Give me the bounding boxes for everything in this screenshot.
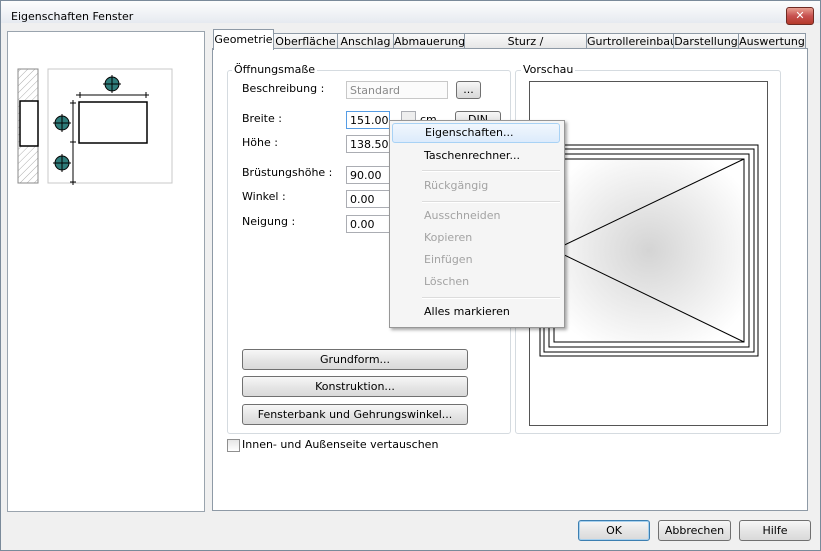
- ok-button[interactable]: OK: [578, 520, 650, 541]
- description-browse-button[interactable]: ...: [456, 81, 481, 99]
- konstruktion-button[interactable]: Konstruktion...: [242, 376, 468, 397]
- menu-item-properties[interactable]: Eigenschaften...: [392, 123, 560, 143]
- angle-field[interactable]: 0.00: [346, 190, 390, 208]
- window-preview-drawing: [539, 144, 759, 357]
- cancel-button[interactable]: Abbrechen: [658, 520, 731, 541]
- schematic-panel: [7, 31, 205, 512]
- menu-separator: [422, 170, 560, 172]
- preview-title: Vorschau: [521, 63, 576, 76]
- help-button[interactable]: Hilfe: [739, 520, 811, 541]
- menu-item-delete[interactable]: Löschen: [392, 272, 560, 292]
- glass-pane: [553, 158, 745, 343]
- width-field[interactable]: 151.00: [346, 111, 390, 129]
- height-label: Höhe :: [242, 136, 278, 149]
- close-button[interactable]: ✕: [786, 7, 814, 25]
- menu-item-cut[interactable]: Ausschneiden: [392, 206, 560, 226]
- menu-item-calculator[interactable]: Taschenrechner...: [392, 146, 560, 166]
- grundform-button[interactable]: Grundform...: [242, 349, 468, 370]
- tab-geometrie[interactable]: Geometrie: [213, 29, 274, 50]
- width-label: Breite :: [242, 112, 282, 125]
- context-menu: Eigenschaften... Taschenrechner... Rückg…: [389, 120, 565, 328]
- inclination-field[interactable]: 0.00: [346, 215, 390, 233]
- window-title: Eigenschaften Fenster: [11, 10, 134, 23]
- description-label: Beschreibung :: [242, 82, 325, 95]
- menu-separator: [422, 297, 560, 299]
- close-icon: ✕: [795, 9, 805, 22]
- menu-item-paste[interactable]: Einfügen: [392, 250, 560, 270]
- angle-label: Winkel :: [242, 190, 286, 203]
- window-schematic: [17, 68, 173, 185]
- swap-sides-label: Innen- und Außenseite vertauschen: [242, 438, 439, 451]
- swap-sides-checkbox[interactable]: [227, 439, 240, 452]
- menu-separator: [422, 201, 560, 203]
- height-field[interactable]: 138.50: [346, 135, 390, 153]
- menu-item-select-all[interactable]: Alles markieren: [392, 302, 560, 322]
- inclination-label: Neigung :: [242, 215, 296, 228]
- properties-window: Eigenschaften Fenster ✕ Geometrie Oberfl…: [0, 0, 821, 551]
- sill-height-field[interactable]: 90.00: [346, 166, 390, 184]
- title-bar[interactable]: Eigenschaften Fenster ✕: [1, 1, 820, 25]
- menu-item-copy[interactable]: Kopieren: [392, 228, 560, 248]
- opening-dimensions-title: Öffnungsmaße: [232, 63, 318, 76]
- menu-item-undo[interactable]: Rückgängig: [392, 176, 560, 196]
- description-field[interactable]: Standard: [346, 81, 448, 99]
- sill-height-label: Brüstungshöhe :: [242, 166, 333, 179]
- fensterbank-button[interactable]: Fensterbank und Gehrungswinkel...: [242, 404, 468, 425]
- wall-opening: [19, 100, 39, 147]
- window-outline: [78, 101, 148, 144]
